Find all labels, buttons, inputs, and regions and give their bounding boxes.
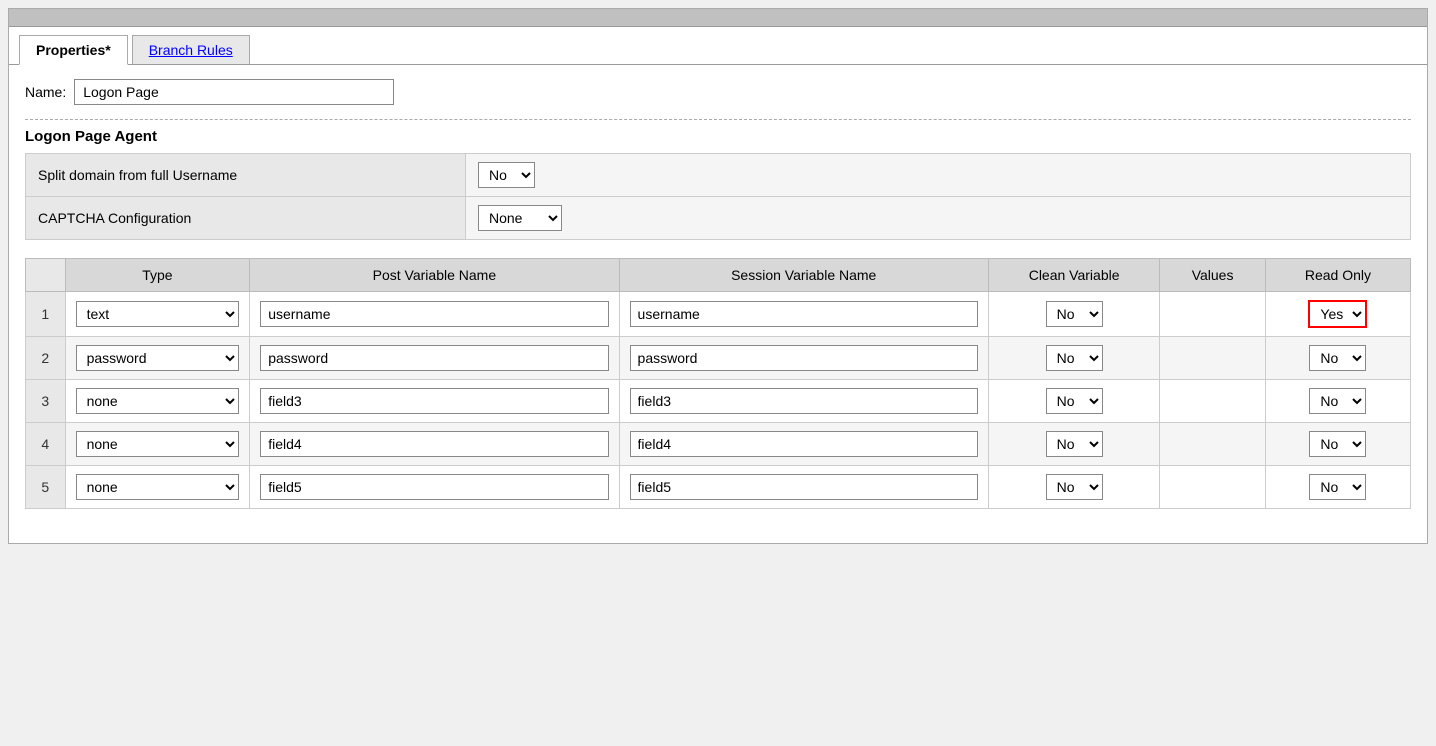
- config-row-split-domain: Split domain from full Username No Yes: [26, 154, 1411, 197]
- clean-select-1[interactable]: NoYes: [1046, 301, 1103, 327]
- post-var-input-1[interactable]: [260, 301, 608, 327]
- cell-values-3: [1160, 380, 1266, 423]
- cell-post-1: [250, 292, 619, 337]
- row-number-4: 4: [26, 423, 66, 466]
- cell-values-4: [1160, 423, 1266, 466]
- cell-session-1: [619, 292, 988, 337]
- cell-values-2: [1160, 337, 1266, 380]
- cell-session-2: [619, 337, 988, 380]
- session-var-input-2[interactable]: [630, 345, 978, 371]
- split-domain-select[interactable]: No Yes: [478, 162, 535, 188]
- table-row: 4 textpasswordnone NoYes YesNo: [26, 423, 1411, 466]
- config-label-split: Split domain from full Username: [26, 154, 466, 197]
- table-row: 1 textpasswordnone NoYes YesNo: [26, 292, 1411, 337]
- readonly-select-5[interactable]: YesNo: [1309, 474, 1366, 500]
- cell-session-5: [619, 466, 988, 509]
- th-values: Values: [1160, 259, 1266, 292]
- section-title: Logon Page Agent: [25, 119, 1411, 145]
- readonly-select-2[interactable]: YesNo: [1309, 345, 1366, 371]
- cell-readonly-4: YesNo: [1265, 423, 1410, 466]
- post-var-input-4[interactable]: [260, 431, 608, 457]
- cell-type-5: textpasswordnone: [65, 466, 250, 509]
- cell-session-4: [619, 423, 988, 466]
- top-bar: [9, 9, 1427, 27]
- row-number-5: 5: [26, 466, 66, 509]
- cell-readonly-5: YesNo: [1265, 466, 1410, 509]
- cell-post-4: [250, 423, 619, 466]
- tab-bar: Properties* Branch Rules: [9, 27, 1427, 65]
- th-post: Post Variable Name: [250, 259, 619, 292]
- clean-select-4[interactable]: NoYes: [1046, 431, 1103, 457]
- clean-select-2[interactable]: NoYes: [1046, 345, 1103, 371]
- clean-select-3[interactable]: NoYes: [1046, 388, 1103, 414]
- type-select-1[interactable]: textpasswordnone: [76, 301, 240, 327]
- cell-readonly-3: YesNo: [1265, 380, 1410, 423]
- tab-properties[interactable]: Properties*: [19, 35, 128, 65]
- table-row: 3 textpasswordnone NoYes YesNo: [26, 380, 1411, 423]
- cell-clean-2: NoYes: [988, 337, 1159, 380]
- row-number-1: 1: [26, 292, 66, 337]
- row-number-2: 2: [26, 337, 66, 380]
- properties-content: Name: Logon Page Agent Split domain from…: [9, 65, 1427, 523]
- type-select-3[interactable]: textpasswordnone: [76, 388, 240, 414]
- name-row: Name:: [25, 79, 1411, 105]
- row-number-3: 3: [26, 380, 66, 423]
- th-clean: Clean Variable: [988, 259, 1159, 292]
- th-num: [26, 259, 66, 292]
- post-var-input-2[interactable]: [260, 345, 608, 371]
- th-type: Type: [65, 259, 250, 292]
- config-table: Split domain from full Username No Yes C…: [25, 153, 1411, 240]
- captcha-select[interactable]: None Option1: [478, 205, 562, 231]
- clean-select-5[interactable]: NoYes: [1046, 474, 1103, 500]
- session-var-input-1[interactable]: [630, 301, 978, 327]
- tab-branch-rules[interactable]: Branch Rules: [132, 35, 250, 64]
- table-row: 5 textpasswordnone NoYes YesNo: [26, 466, 1411, 509]
- cell-clean-3: NoYes: [988, 380, 1159, 423]
- th-session: Session Variable Name: [619, 259, 988, 292]
- type-select-2[interactable]: textpasswordnone: [76, 345, 240, 371]
- data-table: Type Post Variable Name Session Variable…: [25, 258, 1411, 509]
- session-var-input-5[interactable]: [630, 474, 978, 500]
- cell-clean-4: NoYes: [988, 423, 1159, 466]
- table-header-row: Type Post Variable Name Session Variable…: [26, 259, 1411, 292]
- cell-readonly-2: YesNo: [1265, 337, 1410, 380]
- cell-type-4: textpasswordnone: [65, 423, 250, 466]
- session-var-input-4[interactable]: [630, 431, 978, 457]
- post-var-input-5[interactable]: [260, 474, 608, 500]
- type-select-4[interactable]: textpasswordnone: [76, 431, 240, 457]
- cell-session-3: [619, 380, 988, 423]
- name-input[interactable]: [74, 79, 394, 105]
- readonly-select-1[interactable]: YesNo: [1308, 300, 1367, 328]
- th-readonly: Read Only: [1265, 259, 1410, 292]
- name-label: Name:: [25, 84, 66, 100]
- table-row: 2 textpasswordnone NoYes YesNo: [26, 337, 1411, 380]
- cell-type-2: textpasswordnone: [65, 337, 250, 380]
- cell-type-1: textpasswordnone: [65, 292, 250, 337]
- cell-post-5: [250, 466, 619, 509]
- cell-values-1: [1160, 292, 1266, 337]
- post-var-input-3[interactable]: [260, 388, 608, 414]
- config-value-captcha: None Option1: [466, 197, 1411, 240]
- main-container: Properties* Branch Rules Name: Logon Pag…: [8, 8, 1428, 544]
- cell-type-3: textpasswordnone: [65, 380, 250, 423]
- config-value-split: No Yes: [466, 154, 1411, 197]
- cell-post-2: [250, 337, 619, 380]
- cell-values-5: [1160, 466, 1266, 509]
- readonly-select-3[interactable]: YesNo: [1309, 388, 1366, 414]
- cell-post-3: [250, 380, 619, 423]
- config-row-captcha: CAPTCHA Configuration None Option1: [26, 197, 1411, 240]
- session-var-input-3[interactable]: [630, 388, 978, 414]
- readonly-select-4[interactable]: YesNo: [1309, 431, 1366, 457]
- cell-clean-1: NoYes: [988, 292, 1159, 337]
- cell-clean-5: NoYes: [988, 466, 1159, 509]
- cell-readonly-1: YesNo: [1265, 292, 1410, 337]
- type-select-5[interactable]: textpasswordnone: [76, 474, 240, 500]
- config-label-captcha: CAPTCHA Configuration: [26, 197, 466, 240]
